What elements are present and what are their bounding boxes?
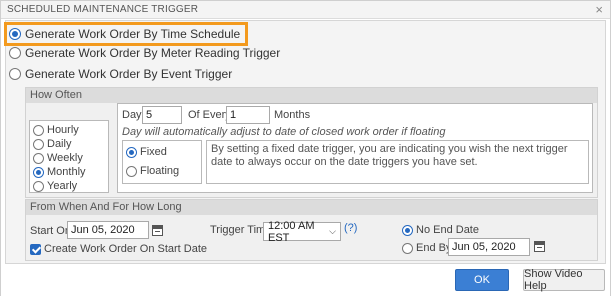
date-mode-label: Floating <box>140 165 180 177</box>
floating-hint: Day will automatically adjust to date of… <box>122 126 446 138</box>
frequency-daily[interactable]: Daily <box>33 138 71 150</box>
end-by-radio[interactable] <box>402 242 413 254</box>
event-trigger-radio[interactable] <box>9 68 21 80</box>
time-schedule-radio[interactable] <box>9 28 21 40</box>
dialog-footer <box>1 265 610 296</box>
calendar-icon[interactable] <box>534 241 545 252</box>
date-mode-floating[interactable]: Floating <box>126 165 179 177</box>
help-icon[interactable]: (?) <box>344 222 357 234</box>
create-work-order-checkbox[interactable] <box>30 243 41 255</box>
frequency-label: Monthly <box>47 166 86 178</box>
weekly-radio[interactable] <box>33 152 44 164</box>
frequency-label: Daily <box>47 138 72 150</box>
end-by-input[interactable] <box>448 238 530 256</box>
show-video-help-button[interactable]: Show Video Help <box>523 268 605 292</box>
trigger-label: Generate Work Order By Event Trigger <box>25 67 233 81</box>
frequency-label: Hourly <box>47 124 79 136</box>
frequency-yearly[interactable]: Yearly <box>33 180 77 192</box>
day-label: Day <box>122 109 142 121</box>
date-mode-fixed[interactable]: Fixed <box>126 146 167 158</box>
create-work-order-option[interactable]: Create Work Order On Start Date <box>30 243 207 255</box>
of-every-input[interactable] <box>226 106 270 124</box>
scheduled-maintenance-dialog: SCHEDULED MAINTENANCE TRIGGER × Generate… <box>0 0 611 296</box>
meter-reading-radio[interactable] <box>9 47 21 59</box>
daily-radio[interactable] <box>33 138 44 150</box>
frequency-label: Yearly <box>47 180 78 192</box>
end-option-label: End By <box>416 242 452 254</box>
start-on-label: Start On <box>30 225 71 237</box>
from-when-heading: From When And For How Long <box>26 200 597 215</box>
trigger-option-time-schedule[interactable]: Generate Work Order By Time Schedule <box>4 22 249 46</box>
how-often-heading: How Often <box>26 88 597 103</box>
trigger-label: Generate Work Order By Time Schedule <box>25 27 241 41</box>
monthly-radio[interactable] <box>33 166 44 178</box>
calendar-icon[interactable] <box>152 225 163 236</box>
date-mode-options: Fixed Floating <box>122 140 202 184</box>
start-on-input[interactable] <box>67 221 149 239</box>
fixed-radio[interactable] <box>126 146 137 158</box>
trigger-label: Generate Work Order By Meter Reading Tri… <box>25 46 281 60</box>
trigger-time-value: 12:00 AM EST <box>268 219 315 244</box>
months-unit-label: Months <box>274 109 311 121</box>
frequency-weekly[interactable]: Weekly <box>33 152 83 164</box>
frequency-options: Hourly Daily Weekly Monthly Yearly <box>29 120 109 193</box>
title-bar: SCHEDULED MAINTENANCE TRIGGER × <box>1 1 610 19</box>
fixed-date-note: By setting a fixed date trigger, you are… <box>206 140 589 184</box>
close-icon[interactable]: × <box>595 2 603 17</box>
hourly-radio[interactable] <box>33 124 44 136</box>
ok-button[interactable]: OK <box>455 269 509 291</box>
trigger-option-meter-reading[interactable]: Generate Work Order By Meter Reading Tri… <box>9 46 280 60</box>
of-every-label: Of Every <box>188 109 231 121</box>
monthly-detail-panel: Day Of Every Months Day will automatical… <box>117 103 593 193</box>
floating-radio[interactable] <box>126 165 137 177</box>
end-option-none[interactable]: No End Date <box>402 224 479 236</box>
end-option-label: No End Date <box>416 224 479 236</box>
dialog-title: SCHEDULED MAINTENANCE TRIGGER <box>7 4 199 15</box>
trigger-option-event[interactable]: Generate Work Order By Event Trigger <box>9 67 232 81</box>
frequency-monthly[interactable]: Monthly <box>33 166 86 178</box>
create-work-order-label: Create Work Order On Start Date <box>44 243 208 255</box>
end-option-end-by[interactable]: End By <box>402 242 451 254</box>
yearly-radio[interactable] <box>33 180 44 192</box>
day-input[interactable] <box>142 106 182 124</box>
chevron-down-icon: ⌵ <box>329 226 336 236</box>
date-mode-label: Fixed <box>140 146 167 158</box>
trigger-time-select[interactable]: 12:00 AM EST ⌵ <box>263 219 341 244</box>
frequency-hourly[interactable]: Hourly <box>33 124 79 136</box>
frequency-label: Weekly <box>47 152 83 164</box>
no-end-date-radio[interactable] <box>402 224 413 236</box>
